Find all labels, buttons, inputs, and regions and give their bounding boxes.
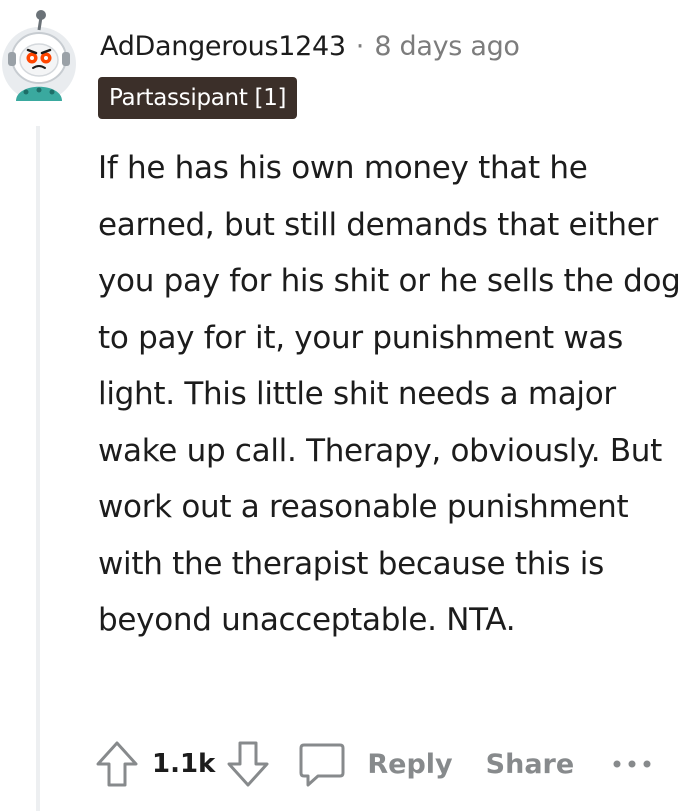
reply-button[interactable]: Reply — [297, 740, 453, 788]
meta-separator: · — [355, 30, 365, 62]
upvote-arrow-icon[interactable] — [94, 739, 140, 789]
comment-body: If he has his own money that he earned, … — [98, 150, 681, 638]
downvote-arrow-icon[interactable] — [225, 739, 271, 789]
avatar[interactable] — [2, 8, 80, 106]
comment-bubble-icon — [297, 740, 347, 788]
share-button[interactable]: Share — [486, 749, 575, 780]
author-username[interactable]: AdDangerous1243 — [100, 31, 346, 62]
thread-line[interactable] — [36, 126, 40, 811]
comment-timestamp[interactable]: 8 days ago — [374, 31, 520, 62]
user-flair: Partassipant [1] — [98, 77, 298, 119]
ellipsis-icon[interactable] — [612, 758, 652, 770]
comment-header: AdDangerous1243 · 8 days ago — [100, 26, 520, 66]
snoo-astronaut-icon — [2, 10, 76, 101]
reply-label: Reply — [367, 748, 453, 780]
comment-actions: 1.1k Reply Share — [94, 734, 652, 794]
vote-score: 1.1k — [152, 749, 216, 779]
